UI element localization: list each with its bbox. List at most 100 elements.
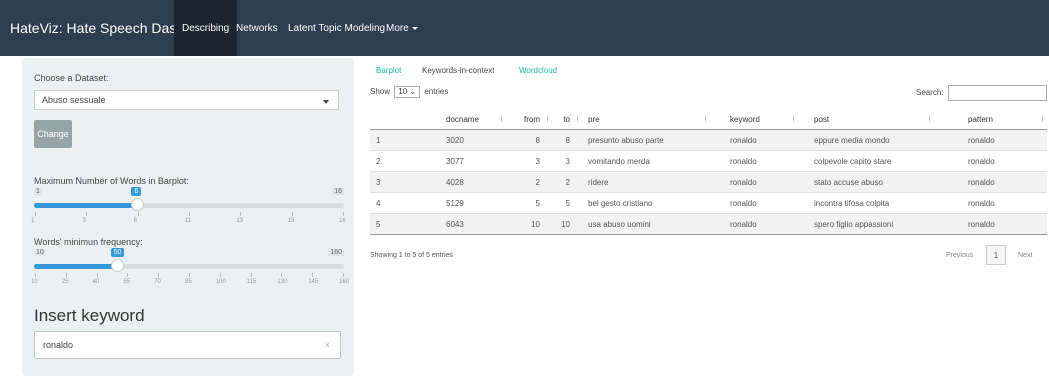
cell-from: 3 — [506, 150, 552, 172]
slider-tick — [35, 273, 36, 277]
slider-value-label: 6 — [131, 187, 142, 196]
slider-tick — [189, 273, 190, 277]
slider-min-label: 1 — [34, 188, 42, 195]
change-button[interactable]: Change — [34, 120, 72, 148]
nav-networks[interactable]: Networks — [228, 0, 286, 56]
slider-min-label: 10 — [34, 249, 46, 256]
col-header-keyword[interactable]: keyword — [710, 109, 798, 130]
slider-tick — [65, 273, 67, 277]
cell-keyword: ronaldo — [710, 213, 798, 235]
table-row[interactable]: 1 3020 8 8 presunto abuso parte ronaldo eppure… — [370, 129, 1047, 151]
show-suffix: entries — [424, 87, 449, 97]
slider-handle[interactable] — [131, 198, 145, 211]
show-prefix: Show — [370, 87, 391, 97]
slider-tick — [343, 273, 344, 277]
cell-keyword: ronaldo — [710, 192, 798, 214]
table-row[interactable]: 3 4028 2 2 ridere ronaldo stato accuse abuso ro… — [370, 171, 1047, 193]
sidebar-panel: Choose a Dataset: Abuso sessuale Change … — [22, 58, 354, 376]
slider-tick — [137, 212, 139, 216]
cell-docname: 4028 — [406, 171, 506, 193]
table-row[interactable]: 4 5129 5 5 bel gesto cristiano ronaldo incontr… — [370, 192, 1047, 214]
table-row[interactable]: 5 6043 10 10 usa abuso uomini ronaldo spero fi… — [370, 213, 1047, 235]
slider-tick-label: 55 — [123, 279, 131, 285]
slider-tick — [219, 273, 221, 277]
col-header-post[interactable]: post — [798, 109, 934, 130]
nav-more-dropdown[interactable]: More — [378, 0, 426, 56]
col-header-index[interactable] — [370, 109, 406, 130]
slider-tick-label: 70 — [154, 279, 161, 285]
cell-post: stato accuse abuso — [798, 171, 934, 193]
col-header-docname[interactable]: docname — [406, 109, 506, 130]
cell-index: 3 — [370, 171, 406, 193]
slider-max-label: 16 — [332, 188, 344, 195]
slider-handle[interactable] — [110, 259, 124, 272]
cell-pattern: ronaldo — [934, 171, 1047, 193]
sort-icon — [547, 115, 548, 122]
slider-tick-label: 40 — [92, 279, 100, 285]
pagination-previous[interactable]: Previous — [946, 252, 973, 259]
col-header-to[interactable]: to — [552, 109, 582, 130]
cell-from: 10 — [506, 213, 552, 235]
tab-barplot[interactable]: Barplot — [376, 66, 401, 75]
cell-pre: presunto abuso parte — [582, 129, 710, 151]
slider-tick-label: 16 — [339, 218, 346, 224]
slider-tick-label: 160 — [339, 279, 350, 285]
slider-tick — [240, 212, 242, 216]
col-header-pattern[interactable]: pattern — [934, 109, 1047, 130]
cell-post: eppure media mondo — [798, 129, 934, 151]
pagination-page-1[interactable]: 1 — [986, 245, 1006, 265]
col-header-to-label: to — [563, 114, 570, 124]
cell-from: 5 — [506, 192, 552, 214]
entries-select-value: 10 — [398, 87, 408, 96]
slider-tick-label: 15 — [287, 218, 295, 224]
cell-index: 1 — [370, 129, 406, 151]
clear-icon[interactable]: × — [325, 340, 330, 350]
nav-more-label: More — [386, 23, 409, 34]
slider-tick — [343, 212, 344, 216]
col-header-pre[interactable]: pre — [582, 109, 710, 130]
slider-tick-label: 130 — [277, 279, 288, 285]
slider-tick-label: 10 — [31, 279, 38, 285]
sort-icon — [793, 115, 794, 122]
cell-from: 2 — [506, 171, 552, 193]
cell-pre: bel gesto cristiano — [582, 192, 710, 214]
cell-to: 8 — [552, 129, 582, 151]
cell-pattern: ronaldo — [934, 213, 1047, 235]
cell-from: 8 — [506, 129, 552, 151]
tab-keywords-in-context[interactable]: Keywords-in-context — [422, 66, 494, 75]
slider-tick — [127, 273, 129, 277]
slider-tick-label: 13 — [236, 218, 244, 224]
slider-tick-label: 145 — [308, 279, 319, 285]
insert-keyword-title: Insert keyword — [34, 306, 145, 325]
slider-tick-label: 3 — [82, 218, 86, 224]
search-input[interactable] — [948, 85, 1047, 101]
cell-post: colpevole capito stare — [798, 150, 934, 172]
dataset-label: Choose a Dataset: — [34, 73, 109, 83]
dataset-select[interactable]: Abuso sessuale — [34, 90, 339, 110]
min-frequency-slider[interactable]: 10 160 50 10 25 40 55 70 85 100 115 130 145 160 — [31, 248, 349, 289]
nav-latent-topic-modeling[interactable]: Latent Topic Modeling — [280, 0, 393, 56]
table-row[interactable]: 2 3077 3 3 vomitando merda ronaldo colpevole c… — [370, 150, 1047, 172]
col-header-pre-label: pre — [588, 114, 600, 124]
slider-tick-label: 85 — [185, 279, 192, 285]
tab-wordcloud[interactable]: Wordcloud — [519, 66, 557, 75]
cell-keyword: ronaldo — [710, 150, 798, 172]
chevron-down-icon — [323, 100, 329, 104]
slider1-label: Maximum Number of Words in Barplot: — [34, 176, 189, 186]
slider-tick — [86, 212, 88, 216]
slider-fill — [34, 264, 117, 269]
cell-to: 2 — [552, 171, 582, 193]
col-header-from[interactable]: from — [506, 109, 552, 130]
sort-icon — [705, 115, 706, 122]
kwic-table: docname from to pre keyword post pattern… — [370, 109, 1047, 235]
keyword-input[interactable]: ronaldo × — [34, 331, 341, 359]
max-words-slider[interactable]: 1 16 6 1 3 6 11 13 15 16 — [31, 187, 346, 228]
slider-fill — [34, 203, 138, 208]
cell-to: 3 — [552, 150, 582, 172]
cell-pattern: ronaldo — [934, 129, 1047, 151]
cell-pattern: ronaldo — [934, 150, 1047, 172]
caret-down-icon — [411, 26, 418, 30]
sort-icon — [501, 115, 502, 122]
pagination-next[interactable]: Next — [1018, 252, 1032, 259]
entries-select[interactable]: 10 ⌄ — [394, 86, 421, 98]
